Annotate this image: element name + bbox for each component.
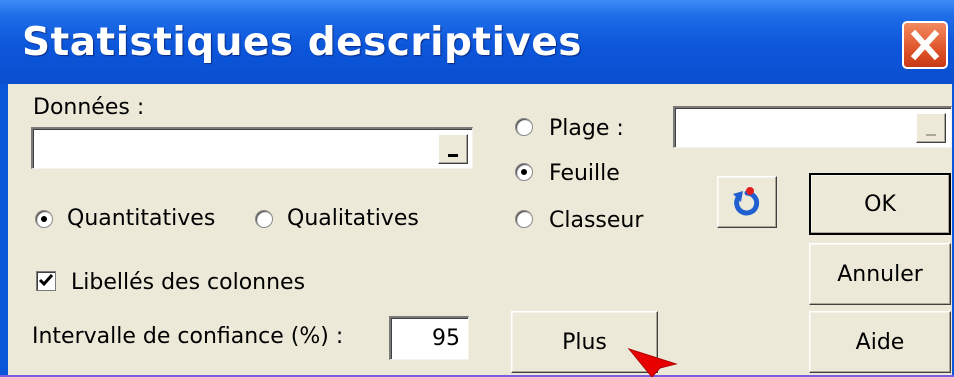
workbook-radio[interactable] bbox=[515, 210, 533, 228]
column-labels-label: Libellés des colonnes bbox=[71, 270, 306, 295]
confidence-label: Intervalle de confiance (%) : bbox=[32, 324, 344, 349]
range-select-button[interactable] bbox=[916, 113, 946, 143]
confidence-input[interactable]: 95 bbox=[389, 316, 469, 360]
data-label: Données : bbox=[33, 95, 145, 120]
range-label: Plage : bbox=[549, 116, 624, 141]
close-icon bbox=[910, 29, 940, 61]
radio-selected-dot bbox=[521, 169, 527, 175]
dialog-title: Statistiques descriptives bbox=[22, 20, 583, 65]
range-radio[interactable] bbox=[515, 118, 533, 136]
refresh-icon bbox=[733, 187, 760, 216]
qualitative-radio[interactable] bbox=[255, 210, 273, 228]
help-button[interactable]: Aide bbox=[809, 311, 951, 373]
workbook-label: Classeur bbox=[549, 208, 644, 233]
dialog-body: Données : Quantitatives Qualitatives Lib… bbox=[8, 84, 952, 375]
title-bar[interactable]: Statistiques descriptives bbox=[0, 0, 954, 84]
data-range-select-button[interactable] bbox=[438, 134, 468, 164]
checkmark-icon bbox=[38, 274, 54, 287]
dialog-window: Statistiques descriptives Données : Quan… bbox=[0, 0, 954, 375]
close-button[interactable] bbox=[902, 21, 948, 69]
sheet-label: Feuille bbox=[549, 161, 620, 186]
ok-button[interactable]: OK bbox=[809, 173, 951, 235]
quantitative-label: Quantitatives bbox=[67, 206, 216, 231]
cancel-button[interactable]: Annuler bbox=[809, 243, 951, 305]
refresh-button[interactable] bbox=[717, 176, 777, 228]
mouse-pointer-icon bbox=[627, 348, 678, 377]
qualitative-label: Qualitatives bbox=[287, 206, 419, 231]
collapse-icon bbox=[926, 134, 936, 136]
sheet-radio[interactable] bbox=[515, 163, 533, 181]
quantitative-radio[interactable] bbox=[35, 210, 53, 228]
data-input[interactable] bbox=[31, 127, 473, 169]
column-labels-checkbox[interactable] bbox=[36, 271, 56, 291]
radio-selected-dot bbox=[41, 216, 47, 222]
range-input[interactable] bbox=[673, 106, 952, 148]
collapse-icon bbox=[448, 154, 458, 157]
